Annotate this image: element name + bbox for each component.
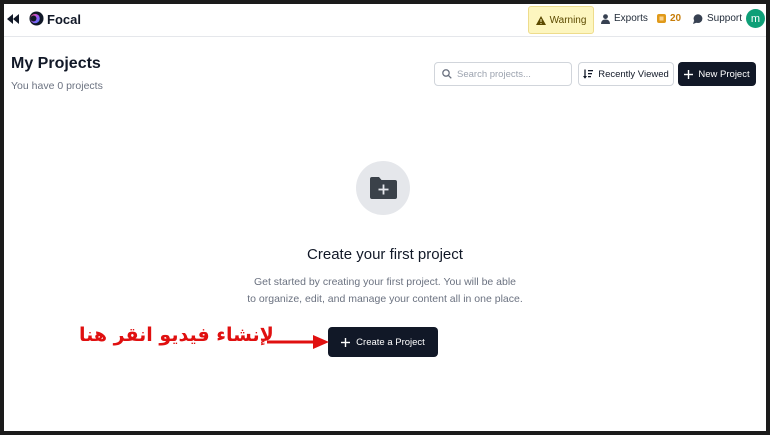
sort-dropdown[interactable]: Recently Viewed bbox=[578, 62, 674, 86]
avatar-initial: m bbox=[750, 12, 761, 25]
support-label: Support bbox=[707, 13, 743, 24]
collapse-sidebar-icon[interactable] bbox=[6, 12, 20, 26]
plus-icon bbox=[684, 69, 694, 79]
warning-icon bbox=[535, 15, 546, 25]
search-box[interactable] bbox=[434, 62, 572, 86]
new-project-label: New Project bbox=[698, 68, 750, 80]
exports-button[interactable]: Exports bbox=[601, 13, 648, 24]
top-bar: Focal Warning Exports 20 Support m bbox=[4, 4, 766, 36]
credits-count: 20 bbox=[670, 13, 682, 24]
support-button[interactable]: Support bbox=[693, 13, 742, 24]
exports-label: Exports bbox=[614, 13, 648, 24]
empty-state-description-line1: Get started by creating your first proje… bbox=[253, 276, 517, 288]
empty-state-description: Get started by creating your first proje… bbox=[4, 274, 766, 308]
project-count-text: You have 0 projects bbox=[11, 80, 103, 92]
warning-label: Warning bbox=[549, 14, 587, 26]
annotation-arrow-icon bbox=[267, 335, 329, 349]
plus-icon bbox=[341, 337, 351, 347]
sort-icon bbox=[583, 69, 594, 79]
header-divider bbox=[4, 36, 766, 37]
focal-logo-icon bbox=[29, 11, 44, 26]
search-icon bbox=[442, 69, 452, 79]
page-title: My Projects bbox=[11, 55, 101, 72]
credits-badge[interactable]: 20 bbox=[657, 13, 681, 24]
empty-state-description-line2: to organize, edit, and manage your conte… bbox=[247, 293, 523, 305]
warning-button[interactable]: Warning bbox=[528, 6, 594, 34]
brand-name: Focal bbox=[47, 12, 81, 27]
chat-bubble-icon bbox=[693, 13, 703, 24]
search-input[interactable] bbox=[457, 68, 567, 80]
arabic-annotation-text: لإنشاء فيديو انقر هنا bbox=[79, 324, 274, 346]
app-frame: Focal Warning Exports 20 Support m My Pr… bbox=[4, 4, 766, 431]
sort-label: Recently Viewed bbox=[598, 68, 669, 80]
folder-plus-icon bbox=[369, 177, 397, 199]
coin-icon bbox=[657, 14, 666, 23]
empty-state-title: Create your first project bbox=[307, 246, 463, 263]
user-avatar[interactable]: m bbox=[746, 9, 765, 28]
create-project-label: Create a Project bbox=[356, 336, 425, 348]
user-icon bbox=[601, 13, 610, 24]
new-project-button[interactable]: New Project bbox=[678, 62, 756, 86]
empty-state-illustration bbox=[356, 161, 410, 215]
create-project-button[interactable]: Create a Project bbox=[328, 327, 438, 357]
